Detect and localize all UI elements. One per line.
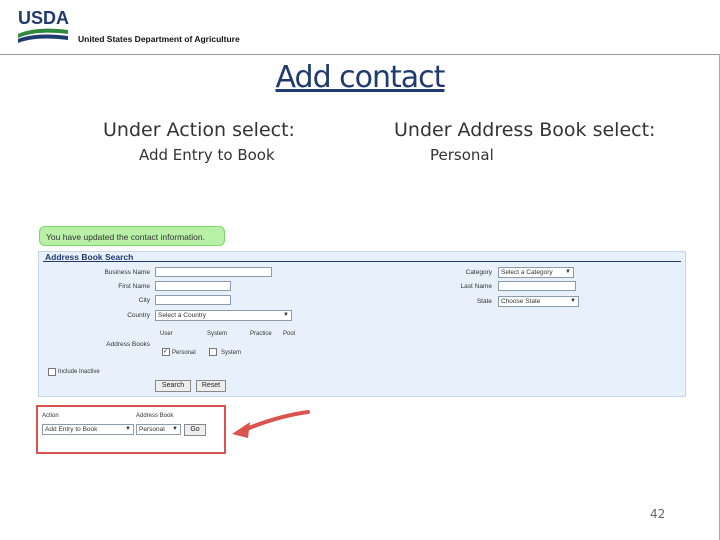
- pointer-arrow-icon: [232, 410, 310, 438]
- state-label: State: [476, 298, 492, 305]
- category-label: Category: [465, 269, 492, 276]
- business-name-input[interactable]: [155, 267, 272, 277]
- city-input[interactable]: [155, 295, 231, 305]
- book-column-system: System: [207, 331, 228, 337]
- chevron-down-icon: ▼: [570, 298, 576, 304]
- header-divider: [0, 54, 720, 55]
- personal-checkbox-label: Personal: [172, 350, 196, 356]
- right-instruction-value: Personal: [430, 146, 494, 164]
- action-label: Action: [42, 413, 59, 419]
- first-name-input[interactable]: [155, 281, 231, 291]
- slide-title: Add contact: [275, 60, 446, 95]
- department-name: United States Department of Agriculture: [78, 34, 240, 44]
- first-name-label: First Name: [118, 283, 150, 290]
- page-number: 42: [650, 507, 666, 521]
- search-button[interactable]: Search: [155, 380, 191, 392]
- usda-logo-text: USDA: [18, 8, 70, 28]
- left-instruction-value: Add Entry to Book: [139, 146, 275, 164]
- action-bar-highlight: Action Add Entry to Book ▼ Address Book …: [36, 405, 226, 454]
- chevron-down-icon: ▼: [172, 426, 178, 432]
- category-select[interactable]: Select a Category ▼: [498, 267, 574, 278]
- include-inactive-label: Include Inactive: [58, 369, 100, 375]
- panel-divider: [43, 261, 681, 262]
- include-inactive-checkbox[interactable]: [48, 368, 56, 376]
- last-name-input[interactable]: [498, 281, 576, 291]
- city-label: City: [138, 297, 150, 304]
- country-label: Country: [127, 312, 150, 319]
- address-book-select[interactable]: Personal ▼: [136, 424, 181, 435]
- action-select[interactable]: Add Entry to Book ▼: [42, 424, 134, 435]
- personal-checkbox[interactable]: ✓: [162, 348, 170, 356]
- action-select-value: Add Entry to Book: [45, 426, 98, 433]
- last-name-label: Last Name: [460, 283, 492, 290]
- system-checkbox[interactable]: [209, 348, 217, 356]
- chevron-down-icon: ▼: [125, 426, 131, 432]
- address-book-label: Address Book: [136, 413, 174, 419]
- category-select-value: Select a Category: [501, 269, 553, 276]
- address-book-select-value: Personal: [139, 426, 165, 433]
- country-select-value: Select a Country: [158, 312, 207, 319]
- go-button[interactable]: Go: [184, 424, 206, 436]
- address-book-search-panel: Address Book Search Business Name First …: [38, 251, 686, 397]
- chevron-down-icon: ▼: [565, 269, 571, 275]
- right-instruction-heading: Under Address Book select:: [394, 119, 656, 141]
- state-select-value: Choose State: [501, 298, 541, 305]
- chevron-down-icon: ▼: [283, 312, 289, 318]
- success-message: You have updated the contact information…: [39, 226, 225, 246]
- address-books-label: Address Books: [106, 341, 150, 348]
- book-column-practice: Practice: [250, 331, 272, 337]
- reset-button[interactable]: Reset: [196, 380, 226, 392]
- business-name-label: Business Name: [104, 269, 150, 276]
- system-checkbox-label: System: [221, 350, 242, 356]
- book-column-user: User: [160, 331, 173, 337]
- country-select[interactable]: Select a Country ▼: [155, 310, 292, 321]
- left-instruction-heading: Under Action select:: [103, 119, 295, 141]
- state-select[interactable]: Choose State ▼: [498, 296, 579, 307]
- book-column-pool: Pool: [283, 331, 296, 337]
